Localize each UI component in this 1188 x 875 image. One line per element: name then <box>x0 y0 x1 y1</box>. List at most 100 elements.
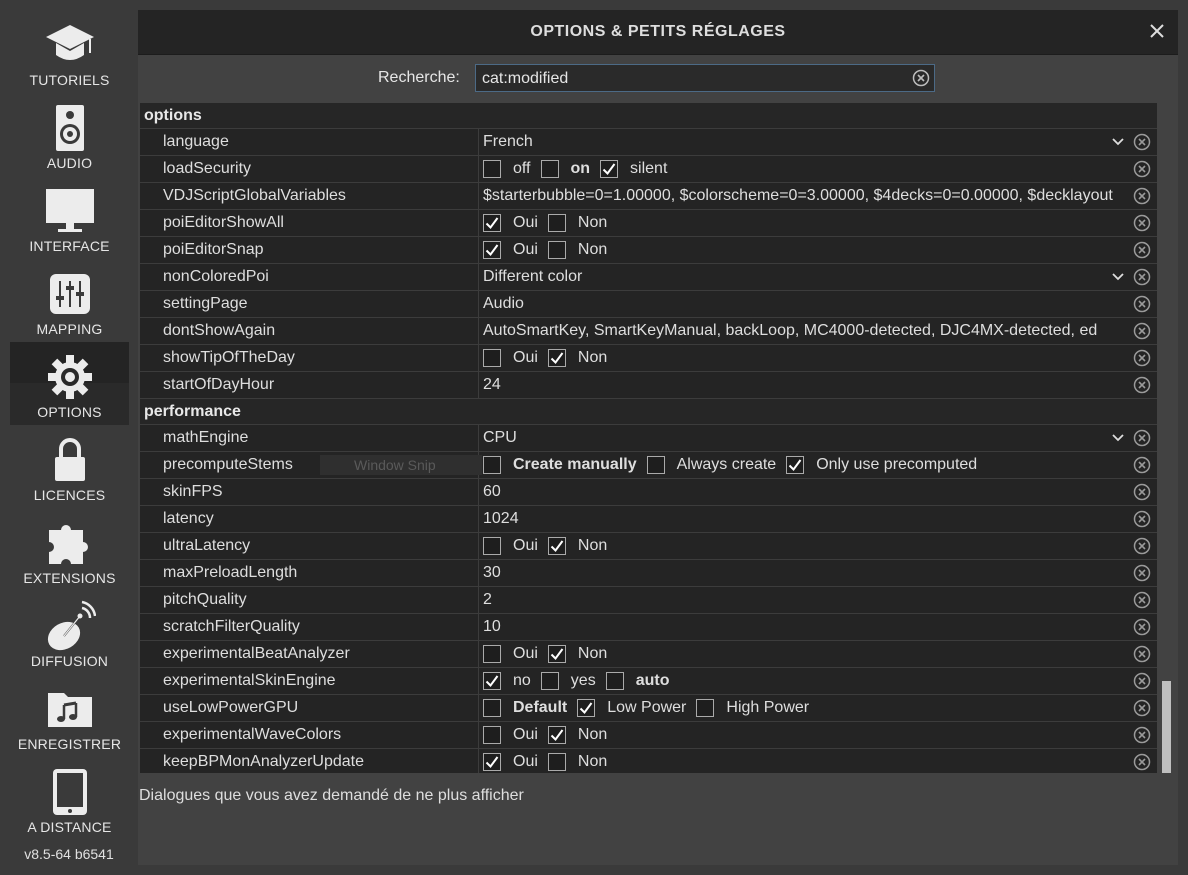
checkbox-unchecked[interactable] <box>483 645 501 663</box>
option-non[interactable]: Non <box>547 749 607 773</box>
checkbox-unchecked[interactable] <box>483 160 501 178</box>
scrollbar[interactable] <box>1159 103 1175 773</box>
checkbox-unchecked[interactable] <box>646 456 665 474</box>
checkbox-unchecked[interactable] <box>547 241 566 259</box>
reset-icon[interactable] <box>1133 160 1151 178</box>
checkbox-unchecked[interactable] <box>483 349 501 367</box>
reset-icon[interactable] <box>1133 322 1151 340</box>
sidebar-item-licences[interactable]: LICENCES <box>10 425 129 508</box>
reset-icon[interactable] <box>1133 295 1151 313</box>
option-yes[interactable]: yes <box>540 668 596 694</box>
option-off[interactable]: off <box>483 156 531 182</box>
reset-icon[interactable] <box>1133 376 1151 394</box>
option-silent[interactable]: silent <box>600 156 667 182</box>
chevron-down-icon[interactable] <box>1112 425 1126 451</box>
chevron-down-icon[interactable] <box>1112 129 1126 155</box>
checkbox-checked[interactable] <box>483 672 501 690</box>
search-clear-icon[interactable] <box>912 69 930 87</box>
setting-value[interactable]: 10 <box>483 614 1125 640</box>
setting-value[interactable]: 30 <box>483 560 1125 586</box>
option-non[interactable]: Non <box>547 210 607 236</box>
sidebar-item-mapping[interactable]: MAPPING <box>10 259 129 342</box>
checkbox-checked[interactable] <box>483 241 501 259</box>
sidebar-item-extensions[interactable]: EXTENSIONS <box>10 508 129 591</box>
checkbox-unchecked[interactable] <box>696 699 715 717</box>
reset-icon[interactable] <box>1133 187 1151 205</box>
reset-icon[interactable] <box>1133 645 1151 663</box>
reset-icon[interactable] <box>1133 241 1151 259</box>
option-auto[interactable]: auto <box>605 668 669 694</box>
reset-icon[interactable] <box>1133 699 1151 717</box>
reset-icon[interactable] <box>1133 349 1151 367</box>
checkbox-checked[interactable] <box>600 160 619 178</box>
setting-value[interactable]: 24 <box>483 372 1125 398</box>
checkbox-checked[interactable] <box>786 456 805 474</box>
reset-icon[interactable] <box>1133 214 1151 232</box>
footer-link[interactable]: Dialogues que vous avez demandé de ne pl… <box>139 787 524 805</box>
option-non[interactable]: Non <box>547 345 607 371</box>
checkbox-unchecked[interactable] <box>483 699 501 717</box>
sidebar-item-diffusion[interactable]: DIFFUSION <box>10 591 129 674</box>
sidebar-item-audio[interactable]: AUDIO <box>10 93 129 176</box>
option-default[interactable]: Default <box>483 695 567 721</box>
sidebar-item-options[interactable]: OPTIONS <box>10 342 129 425</box>
option-oui[interactable]: Oui <box>483 722 538 748</box>
option-create-manually[interactable]: Create manually <box>483 452 637 478</box>
search-input[interactable] <box>480 67 904 91</box>
option-only-use-precomputed[interactable]: Only use precomputed <box>786 452 977 478</box>
checkbox-checked[interactable] <box>577 699 596 717</box>
option-non[interactable]: Non <box>547 533 607 559</box>
reset-icon[interactable] <box>1133 510 1151 528</box>
checkbox-unchecked[interactable] <box>483 726 501 744</box>
checkbox-checked[interactable] <box>547 537 566 555</box>
option-oui[interactable]: Oui <box>483 533 538 559</box>
setting-value[interactable]: AutoSmartKey, SmartKeyManual, backLoop, … <box>483 318 1125 344</box>
option-oui[interactable]: Oui <box>483 641 538 667</box>
reset-icon[interactable] <box>1133 133 1151 151</box>
reset-icon[interactable] <box>1133 672 1151 690</box>
checkbox-checked[interactable] <box>547 645 566 663</box>
option-non[interactable]: Non <box>547 722 607 748</box>
checkbox-unchecked[interactable] <box>483 456 501 474</box>
setting-dropdown[interactable]: Different color <box>483 264 1103 290</box>
setting-dropdown[interactable]: CPU <box>483 425 1103 451</box>
checkbox-checked[interactable] <box>483 214 501 232</box>
setting-value[interactable]: Audio <box>483 291 1125 317</box>
reset-icon[interactable] <box>1133 429 1151 447</box>
sidebar-item-a-distance[interactable]: A DISTANCE <box>10 757 129 840</box>
sidebar-item-enregistrer[interactable]: ENREGISTRER <box>10 674 129 757</box>
option-high-power[interactable]: High Power <box>696 695 809 721</box>
checkbox-checked[interactable] <box>483 753 501 771</box>
sidebar-item-tutoriels[interactable]: TUTORIELS <box>10 10 129 93</box>
option-oui[interactable]: Oui <box>483 237 538 263</box>
option-oui[interactable]: Oui <box>483 345 538 371</box>
option-always-create[interactable]: Always create <box>646 452 776 478</box>
option-no[interactable]: no <box>483 668 531 694</box>
reset-icon[interactable] <box>1133 268 1151 286</box>
reset-icon[interactable] <box>1133 618 1151 636</box>
setting-value[interactable]: 60 <box>483 479 1125 505</box>
option-non[interactable]: Non <box>547 237 607 263</box>
setting-value[interactable]: 2 <box>483 587 1125 613</box>
checkbox-checked[interactable] <box>547 726 566 744</box>
reset-icon[interactable] <box>1133 726 1151 744</box>
reset-icon[interactable] <box>1133 591 1151 609</box>
checkbox-unchecked[interactable] <box>547 214 566 232</box>
reset-icon[interactable] <box>1133 456 1151 474</box>
sidebar-item-interface[interactable]: INTERFACE <box>10 176 129 259</box>
checkbox-unchecked[interactable] <box>540 160 559 178</box>
setting-dropdown[interactable]: French <box>483 129 1103 155</box>
scrollbar-thumb[interactable] <box>1162 681 1171 773</box>
chevron-down-icon[interactable] <box>1112 264 1126 290</box>
option-oui[interactable]: Oui <box>483 749 538 773</box>
option-oui[interactable]: Oui <box>483 210 538 236</box>
reset-icon[interactable] <box>1133 564 1151 582</box>
option-low-power[interactable]: Low Power <box>577 695 686 721</box>
option-on[interactable]: on <box>540 156 590 182</box>
checkbox-checked[interactable] <box>547 349 566 367</box>
option-non[interactable]: Non <box>547 641 607 667</box>
setting-value[interactable]: $starterbubble=0=1.00000, $colorscheme=0… <box>483 183 1125 209</box>
reset-icon[interactable] <box>1133 537 1151 555</box>
reset-icon[interactable] <box>1133 753 1151 771</box>
checkbox-unchecked[interactable] <box>547 753 566 771</box>
